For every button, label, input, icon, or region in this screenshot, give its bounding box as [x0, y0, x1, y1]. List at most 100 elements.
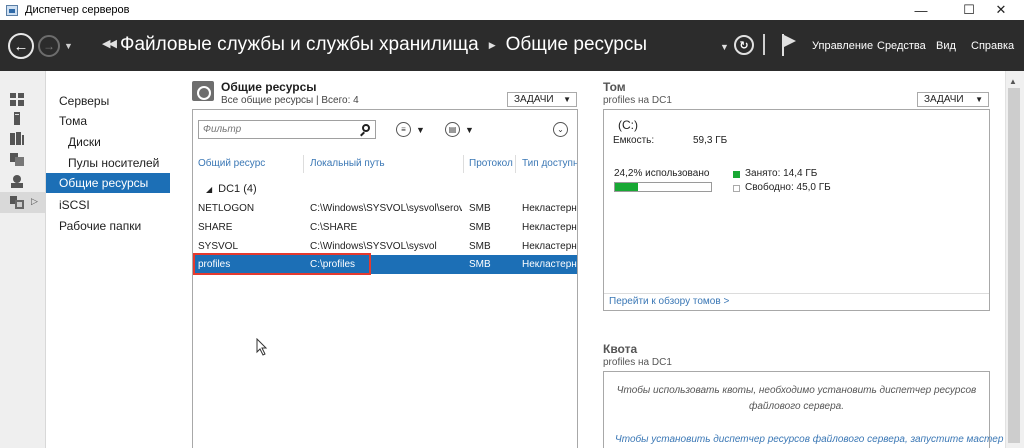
expand-chevron-icon[interactable]: ▷ — [31, 196, 38, 207]
nav-item-iscsi[interactable]: iSCSI — [46, 195, 170, 215]
breadcrumb-parent[interactable]: Файловые службы и службы хранилища — [120, 34, 479, 56]
nav-item-storage-pools[interactable]: Пулы носителей — [46, 153, 170, 173]
menu-manage[interactable]: Управление — [812, 40, 873, 52]
cell-path: C:\Windows\SYSVOL\sysvol\serov... — [310, 203, 462, 214]
quota-subtitle: profiles на DC1 — [603, 357, 672, 368]
used-legend-swatch — [733, 171, 740, 178]
menu-help[interactable]: Справка — [971, 40, 1014, 52]
table-row[interactable]: NETLOGON C:\Windows\SYSVOL\sysvol\serov.… — [193, 199, 577, 218]
breadcrumb-current[interactable]: Общие ресурсы — [506, 34, 647, 56]
file-storage-services-icon[interactable] — [10, 196, 24, 209]
collapse-tile-icon[interactable]: ⌄ — [553, 122, 568, 137]
cell-share: NETLOGON — [198, 203, 255, 214]
free-legend-text: Свободно: 45,0 ГБ — [745, 182, 831, 193]
volume-subtitle: profiles на DC1 — [603, 95, 672, 106]
shares-tile-icon — [192, 81, 214, 101]
cell-protocol: SMB — [469, 241, 491, 252]
list-options-icon[interactable]: ≡ — [396, 122, 411, 137]
scroll-up-arrow-icon[interactable]: ▲ — [1009, 77, 1017, 86]
chevron-down-icon: ▼ — [975, 95, 983, 104]
col-header-share[interactable]: Общий ресурс — [198, 158, 265, 169]
shares-tasks-button[interactable]: ЗАДАЧИ ▼ — [507, 92, 577, 107]
cell-type: Некластерны — [522, 259, 577, 270]
cell-type: Некластерны — [522, 203, 577, 214]
install-fsrm-link[interactable]: Чтобы установить диспетчер ресурсов файл… — [615, 434, 1003, 445]
nav-item-disks[interactable]: Диски — [46, 132, 170, 152]
shares-title: Общие ресурсы — [221, 80, 317, 94]
all-servers-icon[interactable] — [10, 132, 24, 145]
back-button[interactable]: ← — [8, 33, 34, 59]
group-row-dc1[interactable]: ◢ DC1 (4) — [206, 183, 257, 195]
collapse-triangle-icon[interactable]: ◢ — [206, 185, 212, 194]
file-services-role-icon[interactable] — [10, 153, 24, 166]
breadcrumb-overflow-icon[interactable]: ◀◀ — [102, 37, 117, 50]
usage-bar — [614, 182, 712, 192]
mouse-cursor-icon — [256, 338, 268, 356]
col-header-protocol[interactable]: Протокол — [469, 158, 513, 169]
column-separator[interactable] — [463, 155, 464, 173]
quota-title: Квота — [603, 342, 638, 356]
shares-subtitle: Все общие ресурсы | Всего: 4 — [221, 95, 359, 106]
used-legend-text: Занято: 14,4 ГБ — [745, 168, 818, 179]
filter-input[interactable] — [203, 123, 353, 136]
header-divider — [763, 34, 765, 55]
breadcrumb-dropdown-icon[interactable]: ▼ — [720, 42, 729, 52]
quota-message: Чтобы использовать квоты, необходимо уст… — [604, 383, 989, 415]
search-icon[interactable] — [362, 124, 370, 132]
storage-role-icon[interactable] — [10, 175, 24, 188]
nav-item-servers[interactable]: Серверы — [46, 91, 170, 111]
cell-type: Некластерны — [522, 241, 577, 252]
window-title: Диспетчер серверов — [25, 4, 130, 16]
cell-path: C:\SHARE — [310, 222, 358, 233]
menu-tools[interactable]: Средства — [877, 40, 926, 52]
cell-protocol: SMB — [469, 259, 491, 270]
breadcrumb-separator-icon: ▶ — [488, 39, 496, 50]
scrollbar-thumb[interactable] — [1008, 88, 1020, 443]
server-manager-icon — [6, 4, 18, 16]
capacity-value: 59,3 ГБ — [693, 135, 728, 146]
shares-tasks-label: ЗАДАЧИ — [514, 94, 554, 105]
free-legend-swatch — [733, 185, 740, 192]
menu-view[interactable]: Вид — [936, 40, 956, 52]
chevron-down-icon: ▼ — [563, 95, 571, 104]
forward-button[interactable]: → — [38, 35, 60, 57]
save-query-dropdown-icon[interactable]: ▼ — [465, 125, 474, 135]
used-percent-text: 24,2% использовано — [614, 168, 710, 179]
volume-title: Том — [603, 80, 626, 94]
capacity-label: Емкость: — [613, 135, 655, 146]
icon-rail: ▷ — [0, 71, 46, 448]
usage-bar-fill — [615, 183, 639, 191]
volume-drive-label: (C:) — [618, 118, 638, 132]
column-separator[interactable] — [303, 155, 304, 173]
col-header-access-type[interactable]: Тип доступн — [522, 158, 577, 169]
cell-type: Некластерны — [522, 222, 577, 233]
title-bar: Диспетчер серверов — [0, 0, 1024, 20]
nav-item-volumes[interactable]: Тома — [46, 111, 170, 131]
header-bar: ← → ▼ ◀◀ Файловые службы и службы хранил… — [0, 20, 1024, 71]
save-query-icon[interactable]: ▤ — [445, 122, 460, 137]
group-label: DC1 (4) — [218, 183, 257, 195]
cell-share: SHARE — [198, 222, 233, 233]
breadcrumb: Файловые службы и службы хранилища ▶ Общ… — [120, 34, 647, 56]
dashboard-icon[interactable] — [10, 93, 24, 106]
volume-tasks-label: ЗАДАЧИ — [924, 94, 964, 105]
list-options-dropdown-icon[interactable]: ▼ — [416, 125, 425, 135]
nav-item-work-folders[interactable]: Рабочие папки — [46, 216, 170, 236]
close-button[interactable]: ✕ — [978, 0, 1024, 20]
table-row[interactable]: SHARE C:\SHARE SMB Некластерны — [193, 218, 577, 237]
quota-message-line2: файлового сервера. — [749, 401, 844, 412]
cell-protocol: SMB — [469, 222, 491, 233]
col-header-path[interactable]: Локальный путь — [310, 158, 385, 169]
minimize-button[interactable]: — — [898, 0, 944, 20]
nav-item-shares[interactable]: Общие ресурсы — [46, 173, 170, 193]
go-to-volumes-link[interactable]: Перейти к обзору томов > — [609, 296, 729, 307]
local-server-icon[interactable] — [10, 112, 24, 125]
history-dropdown-icon[interactable]: ▼ — [64, 41, 73, 51]
notifications-flag-icon[interactable] — [782, 34, 796, 56]
column-separator[interactable] — [515, 155, 516, 173]
volume-tasks-button[interactable]: ЗАДАЧИ ▼ — [917, 92, 989, 107]
annotation-highlight-box — [193, 253, 371, 275]
refresh-icon[interactable]: ↻ — [734, 35, 754, 55]
cell-share: SYSVOL — [198, 241, 239, 252]
filter-box — [198, 120, 376, 139]
